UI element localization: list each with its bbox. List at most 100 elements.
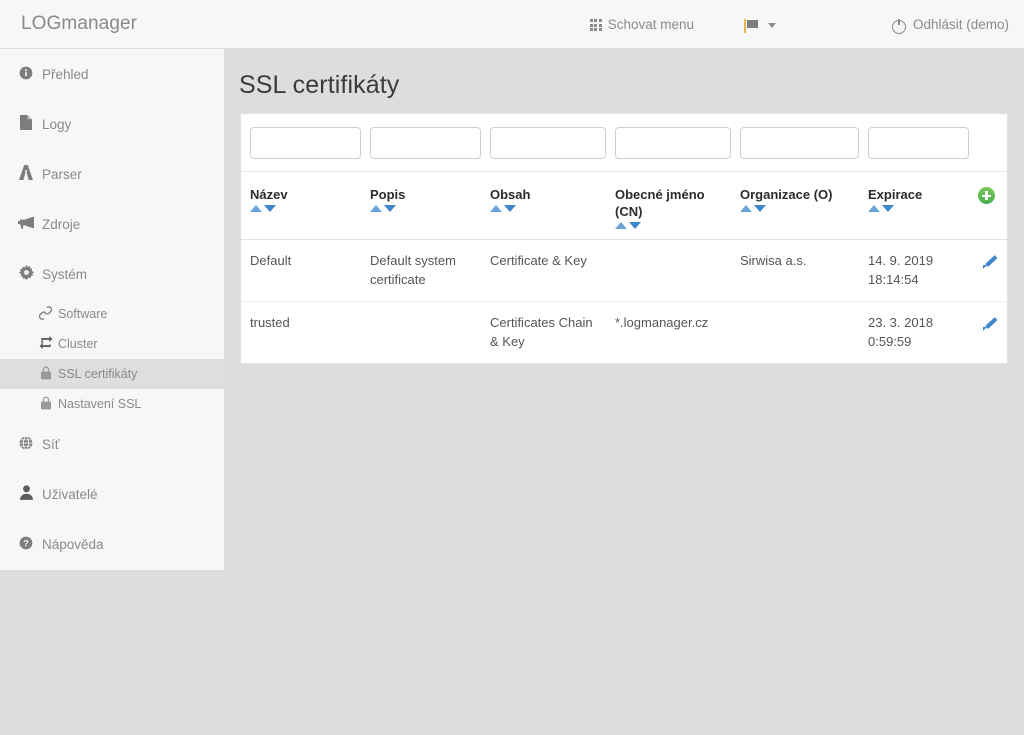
filter-popis[interactable] <box>370 127 481 159</box>
filter-expirace-cell <box>859 127 969 159</box>
sidebar-item-cluster[interactable]: Cluster <box>0 329 224 359</box>
sort-controls <box>740 205 851 212</box>
sidebar-item-ssl-certifik-ty[interactable]: SSL certifikáty <box>0 359 224 389</box>
sidebar-item-syst-m[interactable]: Systém <box>0 249 224 299</box>
filter-nazev-cell <box>241 127 361 159</box>
file-icon <box>17 115 35 133</box>
cell-actions <box>969 302 1009 364</box>
column-header-organizace-o[interactable]: Organizace (O) <box>731 172 859 240</box>
sidebar-item-p-ehled[interactable]: Přehled <box>0 49 224 99</box>
sidebar-item-nastaven-ssl[interactable]: Nastavení SSL <box>0 389 224 419</box>
lock-icon <box>38 366 53 383</box>
filter-popis-cell <box>361 127 481 159</box>
language-selector[interactable] <box>744 0 776 48</box>
cell-expirace: 23. 3. 2018 0:59:59 <box>868 315 934 349</box>
edit-certificate-icon[interactable] <box>983 254 999 270</box>
sidebar-item-u-ivatel[interactable]: Uživatelé <box>0 469 224 519</box>
sort-descending-icon[interactable] <box>882 205 894 212</box>
link-icon <box>38 305 53 323</box>
table-row[interactable]: Default Default system certificate Certifi… <box>241 239 1009 302</box>
cell-actions <box>969 239 1009 302</box>
sort-ascending-icon[interactable] <box>740 205 752 212</box>
cell-obsah: Certificates Chain & Key <box>490 315 593 349</box>
filter-organizace-cell <box>731 127 859 159</box>
bullhorn-icon <box>17 216 35 232</box>
globe-icon <box>17 435 35 453</box>
sort-descending-icon[interactable] <box>754 205 766 212</box>
sidebar-item-software[interactable]: Software <box>0 299 224 329</box>
filter-expirace[interactable] <box>868 127 969 159</box>
column-header-label: Organizace (O) <box>740 187 833 202</box>
edit-certificate-icon[interactable] <box>983 316 999 332</box>
column-header-label: Obecné jméno (CN) <box>615 187 705 219</box>
sort-controls <box>370 205 473 212</box>
sort-descending-icon[interactable] <box>384 205 396 212</box>
column-header-n-zev[interactable]: Název <box>241 172 361 240</box>
sidebar-item-label: Nastavení SSL <box>58 397 142 411</box>
cell-obsah: Certificate & Key <box>481 239 606 302</box>
sidebar-item-label: Zdroje <box>42 216 81 232</box>
filter-obsah[interactable] <box>490 127 606 159</box>
sort-ascending-icon[interactable] <box>490 205 502 212</box>
question-icon: ? <box>17 536 35 553</box>
lock-icon <box>38 396 53 413</box>
add-certificate-button[interactable] <box>978 187 995 205</box>
filter-cn[interactable] <box>615 127 731 159</box>
column-header-label: Popis <box>370 187 406 202</box>
column-header-expirace[interactable]: Expirace <box>859 172 969 240</box>
hide-menu-button[interactable]: Schovat menu <box>589 0 694 48</box>
sort-ascending-icon[interactable] <box>868 205 880 212</box>
cell-nazev: trusted <box>250 315 290 330</box>
sidebar-item-label: Přehled <box>42 66 89 82</box>
sidebar-item-label: Systém <box>42 266 88 282</box>
hide-menu-label: Schovat menu <box>607 16 694 32</box>
column-header-actions <box>969 172 1009 240</box>
table-row[interactable]: trusted Certificates Chain & Key *.logmana… <box>241 302 1009 364</box>
sidebar-item-label: Software <box>58 307 108 321</box>
filter-nazev[interactable] <box>250 127 361 159</box>
info-icon <box>17 66 35 83</box>
page-title: SSL certifikáty <box>239 71 400 99</box>
chevron-down-icon <box>768 22 776 28</box>
cell-cn: *.logmanager.cz <box>615 315 709 330</box>
sidebar-item-label: Nápověda <box>42 536 104 552</box>
logout-label: Odhlásit (demo) <box>912 16 1009 32</box>
column-header-label: Expirace <box>868 187 923 202</box>
app-brand-logo[interactable]: LOGmanager <box>21 13 137 35</box>
certificates-table: Název Popis Obsah Obecné jméno (CN) Organiza… <box>241 172 1009 363</box>
column-header-obecn-jm-no-cn[interactable]: Obecné jméno (CN) <box>606 172 731 240</box>
sort-ascending-icon[interactable] <box>615 222 627 229</box>
column-header-obsah[interactable]: Obsah <box>481 172 606 240</box>
table-body: Default Default system certificate Certifi… <box>241 239 1009 364</box>
sidebar-item-s[interactable]: Síť <box>0 419 224 469</box>
svg-text:?: ? <box>23 538 29 548</box>
flag-icon <box>744 19 759 33</box>
sort-ascending-icon[interactable] <box>250 205 262 212</box>
grid-icon <box>589 19 602 31</box>
top-header-bar: LOGmanager Schovat menu Odhlásit (demo) <box>0 0 1024 48</box>
main-content: SSL certifikáty Název Popis Obsah Obecné jm… <box>225 48 1024 735</box>
sort-controls <box>250 205 353 212</box>
logout-button[interactable]: Odhlásit (demo) <box>891 0 1009 48</box>
cell-organizace <box>731 302 859 364</box>
column-header-popis[interactable]: Popis <box>361 172 481 240</box>
sidebar-item-n-pov-da[interactable]: ? Nápověda <box>0 519 224 569</box>
filter-organizace[interactable] <box>740 127 859 159</box>
sidebar-navigation: Přehled Logy Parser Zdroje Systém Software Clu… <box>0 49 225 570</box>
sort-descending-icon[interactable] <box>504 205 516 212</box>
sort-controls <box>868 205 961 212</box>
sort-controls <box>490 205 598 212</box>
sort-descending-icon[interactable] <box>264 205 276 212</box>
sidebar-item-parser[interactable]: Parser <box>0 149 224 199</box>
sort-descending-icon[interactable] <box>629 222 641 229</box>
sidebar-item-label: Cluster <box>58 337 98 351</box>
column-header-label: Obsah <box>490 187 531 202</box>
cell-cn <box>606 239 731 302</box>
sidebar-item-logy[interactable]: Logy <box>0 99 224 149</box>
sidebar-item-zdroje[interactable]: Zdroje <box>0 199 224 249</box>
sort-ascending-icon[interactable] <box>370 205 382 212</box>
sidebar-item-label: SSL certifikáty <box>58 367 138 381</box>
cell-popis: Default system certificate <box>361 239 481 302</box>
sidebar-item-label: Uživatelé <box>42 486 98 502</box>
filter-obsah-cell <box>481 127 606 159</box>
